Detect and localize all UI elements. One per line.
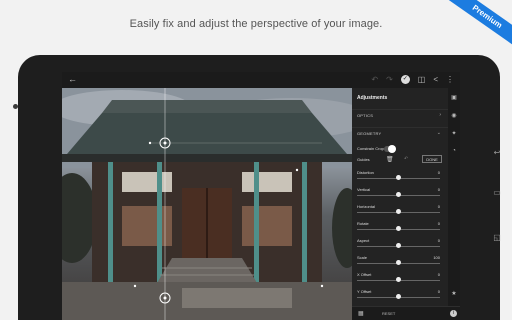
back-nav-icon[interactable]: ↩ xyxy=(490,148,504,157)
toggle-knob xyxy=(388,145,396,153)
panel-title: Adjustments xyxy=(357,95,388,101)
constrain-crop-label: Constrain Crop xyxy=(357,146,384,151)
slider-value: 0 xyxy=(437,221,440,226)
info-icon[interactable]: i xyxy=(450,310,457,317)
done-button[interactable]: DONE xyxy=(422,155,442,163)
slider-value: 0 xyxy=(437,289,440,294)
reset-button[interactable]: RESET xyxy=(382,311,395,316)
slider-thumb[interactable] xyxy=(396,209,401,214)
photo-canvas[interactable] xyxy=(62,88,352,320)
slider-value: 0 xyxy=(437,187,440,192)
slider-scale[interactable]: Scale 100 xyxy=(352,253,448,269)
slider-distortion[interactable]: Distortion 0 xyxy=(352,168,448,184)
slider-label: Rotate xyxy=(357,221,369,226)
slider-value: 0 xyxy=(437,170,440,175)
temple-photo xyxy=(62,88,352,320)
slider-label: Horizontal xyxy=(357,204,376,209)
filter-icon[interactable]: ◉ xyxy=(448,112,460,119)
slider-thumb[interactable] xyxy=(396,192,401,197)
guides-row: Guides 🗑 ↶ DONE xyxy=(352,154,448,166)
headline: Easily fix and adjust the perspective of… xyxy=(129,18,383,30)
slider-label: Distortion xyxy=(357,170,374,175)
chevron-right-icon: › xyxy=(439,112,441,118)
camera-dot xyxy=(13,104,18,109)
slider-value: 0 xyxy=(437,238,440,243)
slider-vertical[interactable]: Vertical 0 xyxy=(352,185,448,201)
slider-label: Y Offset xyxy=(357,289,372,294)
slider-value: 0 xyxy=(437,204,440,209)
slider-horizontal[interactable]: Horizontal 0 xyxy=(352,202,448,218)
more-icon[interactable]: ⋮ xyxy=(446,74,454,86)
chevron-down-icon: ⌄ xyxy=(436,130,441,136)
constrain-crop-toggle[interactable] xyxy=(384,145,396,153)
undo-icon[interactable]: ↶ xyxy=(371,74,378,86)
share-icon[interactable]: < xyxy=(433,74,438,86)
home-nav-icon[interactable]: ▭ xyxy=(490,188,504,197)
star-icon[interactable]: ★ xyxy=(448,290,460,297)
bottom-bar: ▦ RESET i xyxy=(352,306,460,320)
heal-icon[interactable]: ✦ xyxy=(448,130,460,137)
arrow-left-icon[interactable]: ← xyxy=(68,74,77,84)
slider-label: Aspect xyxy=(357,238,370,243)
section-label: GEOMETRY xyxy=(357,131,382,136)
redo-icon[interactable]: ↷ xyxy=(386,74,393,86)
slider-thumb[interactable] xyxy=(396,243,401,248)
adjust-icon[interactable]: ▣ xyxy=(448,94,460,101)
check-icon[interactable]: ✓ xyxy=(400,75,410,84)
compare-icon[interactable]: ▦ xyxy=(358,310,364,317)
section-label: OPTICS xyxy=(357,113,374,118)
slider-value: 100 xyxy=(433,255,440,260)
slider-x-offset[interactable]: X Offset 0 xyxy=(352,270,448,286)
slider-thumb[interactable] xyxy=(396,294,401,299)
slider-aspect[interactable]: Aspect 0 xyxy=(352,236,448,252)
slider-thumb[interactable] xyxy=(396,277,401,282)
slider-rotate[interactable]: Rotate 0 xyxy=(352,219,448,235)
slider-label: Scale xyxy=(357,255,368,260)
tool-rail: ▣ ◉ ✦ ◔ ★ xyxy=(448,88,460,320)
slider-label: Vertical xyxy=(357,187,371,192)
section-optics[interactable]: OPTICS › xyxy=(352,109,448,121)
slider-thumb[interactable] xyxy=(396,175,401,180)
recents-nav-icon[interactable]: ◱ xyxy=(490,233,504,242)
app-screen: ← ↶ ↷ ✓ ◫ < ⋮ Adjustments OPTICS › GEOME… xyxy=(62,72,460,320)
top-toolbar: ← ↶ ↷ ✓ ◫ < ⋮ xyxy=(62,72,460,88)
slider-thumb[interactable] xyxy=(396,226,401,231)
slider-label: X Offset xyxy=(357,272,372,277)
section-geometry[interactable]: GEOMETRY ⌄ xyxy=(352,127,448,139)
trash-icon[interactable]: 🗑 xyxy=(386,156,394,163)
slider-thumb[interactable] xyxy=(396,260,401,265)
slider-value: 0 xyxy=(437,272,440,277)
color-icon[interactable]: ◔ xyxy=(448,148,460,154)
undo-guide-icon[interactable]: ↶ xyxy=(404,156,408,162)
compare-icon[interactable]: ◫ xyxy=(418,74,426,86)
slider-y-offset[interactable]: Y Offset 0 xyxy=(352,287,448,303)
guides-label: Guides xyxy=(357,157,370,162)
adjustments-panel: Adjustments OPTICS › GEOMETRY ⌄ Constrai… xyxy=(352,88,448,320)
